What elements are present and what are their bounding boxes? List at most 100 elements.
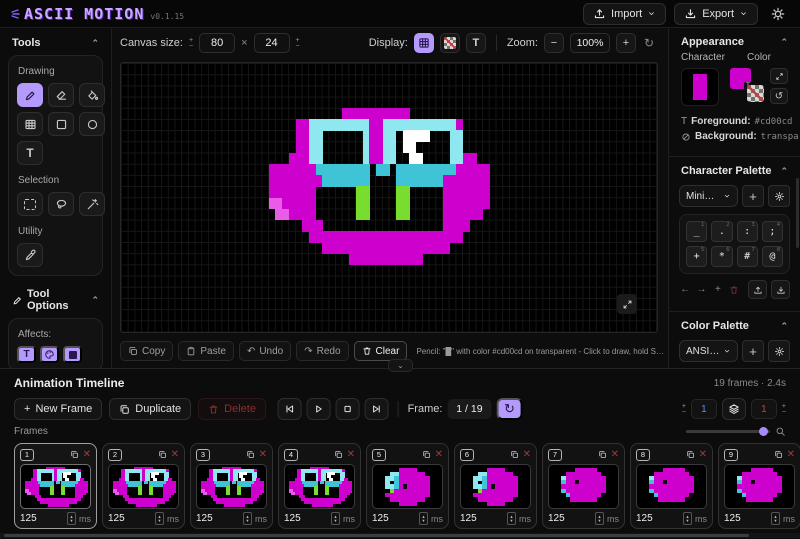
play-button[interactable]: [307, 398, 331, 420]
delete-frame-icon[interactable]: ✕: [611, 450, 619, 460]
delete-frame-icon[interactable]: ✕: [523, 450, 531, 460]
affects-char-toggle[interactable]: T: [17, 346, 36, 363]
drawing-canvas[interactable]: [120, 62, 658, 333]
frame-card[interactable]: 2 ✕ 125 ▲▼ ms: [102, 443, 185, 529]
character-key[interactable]: @8: [762, 246, 783, 267]
text-overlay-toggle-button[interactable]: T: [466, 33, 486, 53]
frames-scrollbar[interactable]: [0, 533, 800, 538]
tool-options-header[interactable]: Tool Options ⌃: [0, 276, 111, 318]
redo-button[interactable]: ↷ Redo: [296, 341, 348, 361]
duration-stepper[interactable]: ▲▼: [683, 512, 692, 525]
sidebar-scrollbar[interactable]: [796, 178, 799, 248]
duplicate-frame-icon[interactable]: [598, 450, 607, 459]
new-frame-button[interactable]: + New Frame: [14, 398, 102, 420]
fill-bucket-tool-button[interactable]: [79, 83, 105, 107]
frame-thumbnail[interactable]: [548, 464, 619, 509]
frame-card[interactable]: 5 ✕ 125 ▲▼ ms: [366, 443, 449, 529]
delete-frame-button[interactable]: Delete: [198, 398, 266, 420]
frame-card[interactable]: 1 ✕ 125 ▲▼ ms: [14, 443, 97, 529]
color-preset-dropdown[interactable]: ANSI 16-Col: [679, 340, 738, 362]
add-icon[interactable]: +: [712, 283, 724, 297]
onion-prev-stepper[interactable]: +−: [682, 404, 686, 415]
delete-frame-icon[interactable]: ✕: [259, 450, 267, 460]
frame-thumbnail[interactable]: [724, 464, 795, 509]
duration-stepper[interactable]: ▲▼: [507, 512, 516, 525]
lasso-select-tool-button[interactable]: [48, 192, 74, 216]
copy-button[interactable]: Copy: [120, 341, 173, 361]
zoom-in-button[interactable]: +: [616, 33, 636, 53]
character-key[interactable]: +5: [686, 246, 707, 267]
export-palette-button[interactable]: [748, 280, 767, 299]
frame-card[interactable]: 8 ✕ 125 ▲▼ ms: [630, 443, 713, 529]
marquee-select-tool-button[interactable]: [17, 192, 43, 216]
trash-icon[interactable]: [728, 283, 740, 297]
skip-to-start-button[interactable]: [278, 398, 302, 420]
duplicate-frame-icon[interactable]: [158, 450, 167, 459]
frame-duration-value[interactable]: 125: [196, 513, 240, 524]
affects-bg-toggle[interactable]: [63, 346, 82, 363]
duration-stepper[interactable]: ▲▼: [243, 512, 252, 525]
frame-card[interactable]: 3 ✕ 125 ▲▼ ms: [190, 443, 273, 529]
tools-section-header[interactable]: Tools ⌃: [0, 28, 111, 55]
frame-duration-value[interactable]: 125: [460, 513, 504, 524]
clear-button[interactable]: Clear: [354, 341, 408, 361]
frame-thumbnail[interactable]: [196, 464, 267, 509]
character-palette-header[interactable]: Character Palette ⌃: [669, 157, 800, 181]
add-character-button[interactable]: +: [742, 185, 764, 207]
duration-stepper[interactable]: ▲▼: [595, 512, 604, 525]
affects-color-toggle[interactable]: [40, 346, 59, 363]
character-key[interactable]: .2: [711, 221, 732, 242]
loop-button[interactable]: ↻: [496, 398, 522, 420]
magic-wand-tool-button[interactable]: [79, 192, 105, 216]
character-key[interactable]: ;4: [762, 221, 783, 242]
table-tool-button[interactable]: [17, 112, 43, 136]
swap-colors-button[interactable]: [770, 68, 788, 84]
frame-duration-value[interactable]: 125: [108, 513, 152, 524]
height-stepper[interactable]: +−: [296, 38, 300, 49]
frame-thumbnail[interactable]: [460, 464, 531, 509]
character-key[interactable]: #7: [737, 246, 758, 267]
frame-thumbnail[interactable]: [284, 464, 355, 509]
frame-thumbnail[interactable]: [108, 464, 179, 509]
duplicate-frame-button[interactable]: Duplicate: [109, 398, 191, 420]
delete-frame-icon[interactable]: ✕: [347, 450, 355, 460]
export-button[interactable]: Export: [674, 3, 758, 25]
canvas-resize-handle[interactable]: [617, 294, 637, 314]
frame-duration-value[interactable]: 125: [636, 513, 680, 524]
text-tool-button[interactable]: T: [17, 141, 43, 165]
width-stepper[interactable]: +−: [189, 38, 193, 49]
arrow-left-icon[interactable]: ←: [679, 283, 691, 297]
color-palette-header[interactable]: Color Palette ⌃: [669, 312, 800, 336]
eraser-tool-button[interactable]: [48, 83, 74, 107]
slider-thumb[interactable]: [759, 427, 768, 436]
onion-skin-toggle-button[interactable]: [722, 398, 746, 420]
duplicate-frame-icon[interactable]: [686, 450, 695, 459]
character-key[interactable]: :3: [737, 221, 758, 242]
frame-card[interactable]: 4 ✕ 125 ▲▼ ms: [278, 443, 361, 529]
transparency-toggle-button[interactable]: [440, 33, 460, 53]
frame-card[interactable]: 7 ✕ 125 ▲▼ ms: [542, 443, 625, 529]
duplicate-frame-icon[interactable]: [334, 450, 343, 459]
duplicate-frame-icon[interactable]: [422, 450, 431, 459]
onion-next-stepper[interactable]: +−: [782, 404, 786, 415]
frame-duration-value[interactable]: 125: [284, 513, 328, 524]
grid-toggle-button[interactable]: [414, 33, 434, 53]
duplicate-frame-icon[interactable]: [70, 450, 79, 459]
frame-duration-value[interactable]: 125: [724, 513, 768, 524]
reset-colors-button[interactable]: ↺: [770, 88, 788, 104]
add-color-button[interactable]: +: [742, 340, 764, 362]
eyedropper-tool-button[interactable]: [17, 243, 43, 267]
delete-frame-icon[interactable]: ✕: [171, 450, 179, 460]
frame-card[interactable]: 9 ✕ 125 ▲▼ ms: [718, 443, 800, 529]
delete-frame-icon[interactable]: ✕: [699, 450, 707, 460]
frame-thumbnail[interactable]: [20, 464, 91, 509]
character-key[interactable]: _1: [686, 221, 707, 242]
theme-toggle-button[interactable]: [766, 3, 790, 25]
skip-to-end-button[interactable]: [365, 398, 389, 420]
stop-button[interactable]: [336, 398, 360, 420]
character-settings-button[interactable]: [768, 185, 790, 207]
undo-button[interactable]: ↶ Undo: [239, 341, 291, 361]
background-swatch[interactable]: [747, 85, 764, 102]
frames-scrollbar-thumb[interactable]: [4, 534, 749, 537]
character-key[interactable]: *6: [711, 246, 732, 267]
